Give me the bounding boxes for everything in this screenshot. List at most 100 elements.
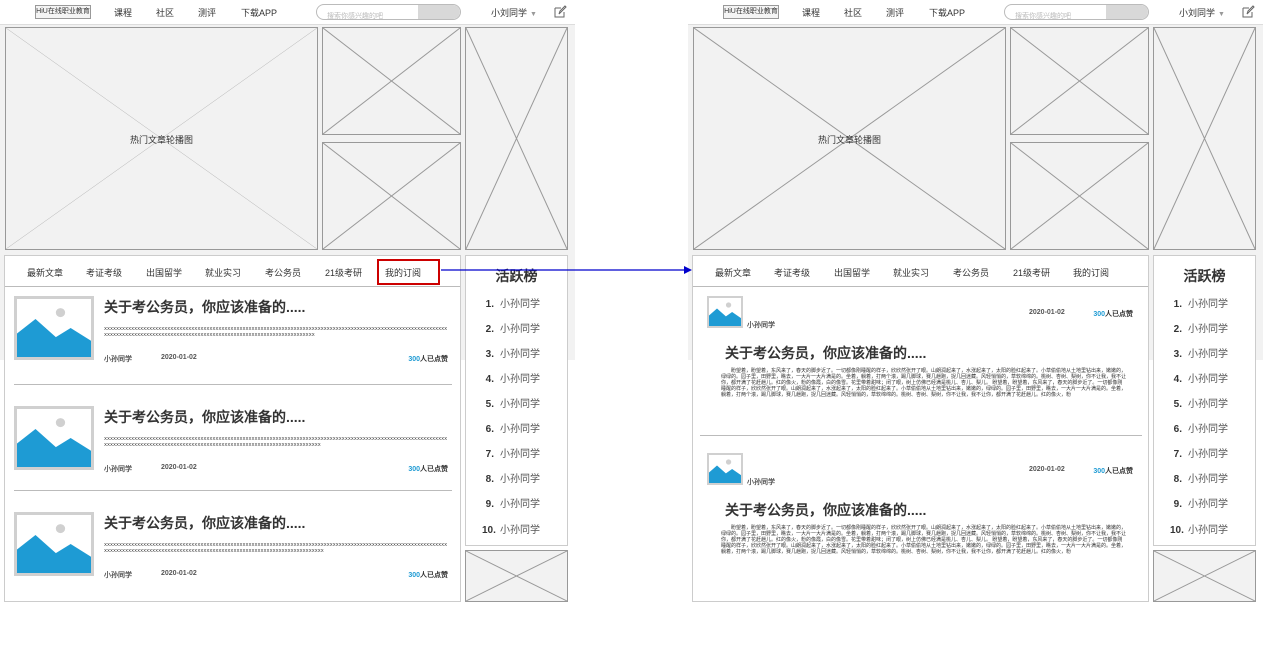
article-likes: 300人已点赞 (1093, 309, 1133, 319)
ranking-item[interactable]: 9. 小孙同学 (1170, 495, 1228, 510)
article-title[interactable]: 关于考公务员，你应该准备的..... (104, 297, 305, 317)
user-menu[interactable]: 小刘同学 ▼ (1179, 6, 1225, 19)
ranking-item[interactable]: 4. 小孙同学 (1170, 370, 1228, 385)
ranking-number: 6. (485, 424, 494, 435)
ranking-item[interactable]: 5. 小孙同学 (482, 395, 540, 410)
ranking-user: 小孙同学 (500, 299, 540, 310)
tab-internship[interactable]: 就业实习 (205, 266, 241, 279)
ranking-user: 小孙同学 (500, 399, 540, 410)
search-input[interactable] (317, 9, 417, 19)
article-title[interactable]: 关于考公务员，你应该准备的..... (104, 513, 305, 533)
ranking-user: 小孙同学 (1188, 525, 1228, 536)
ranking-number: 8. (1173, 474, 1182, 485)
nav-download-app[interactable]: 下载APP (241, 6, 277, 19)
banner-side-bottom[interactable] (1010, 142, 1149, 250)
article-divider (700, 435, 1142, 436)
likes-suffix: 人已点赞 (1105, 311, 1133, 318)
article-title[interactable]: 关于考公务员，你应该准备的..... (104, 407, 305, 427)
edit-icon[interactable] (553, 5, 567, 19)
article-date: 2020-01-02 (161, 354, 197, 361)
tab-civil-service[interactable]: 考公务员 (953, 266, 989, 279)
ranking-item[interactable]: 1. 小孙同学 (1170, 295, 1228, 310)
article-divider (14, 490, 452, 491)
user-name: 小刘同学 (1179, 8, 1216, 18)
article-author[interactable]: 小孙同学 (747, 320, 775, 330)
article-author[interactable]: 小孙同学 (104, 570, 132, 580)
nav-assessment[interactable]: 测评 (198, 6, 216, 19)
article-author[interactable]: 小孙同学 (104, 464, 132, 474)
ad-placeholder-small[interactable] (1153, 550, 1256, 602)
tab-internship[interactable]: 就业实习 (893, 266, 929, 279)
nav-assessment[interactable]: 测评 (886, 6, 904, 19)
edit-icon[interactable] (1241, 5, 1255, 19)
ranking-number: 6. (1173, 424, 1182, 435)
user-menu[interactable]: 小刘同学 ▼ (491, 6, 537, 19)
ranking-item[interactable]: 2. 小孙同学 (1170, 320, 1228, 335)
nav-community[interactable]: 社区 (844, 6, 862, 19)
ranking-item[interactable]: 3. 小孙同学 (1170, 345, 1228, 360)
logo[interactable]: HiU在线职业教育 (723, 5, 779, 19)
ranking-item[interactable]: 3. 小孙同学 (482, 345, 540, 360)
banner-carousel[interactable]: 热门文章轮播图 (693, 27, 1006, 250)
likes-suffix: 人已点赞 (420, 572, 448, 579)
ranking-item[interactable]: 10. 小孙同学 (482, 521, 540, 536)
banner-side-top[interactable] (1010, 27, 1149, 135)
search-box (1004, 4, 1149, 20)
ranking-item[interactable]: 4. 小孙同学 (482, 370, 540, 385)
search-input[interactable] (1005, 9, 1105, 19)
banner-side-bottom[interactable] (322, 142, 461, 250)
ranking-item[interactable]: 8. 小孙同学 (482, 470, 540, 485)
nav-courses[interactable]: 课程 (802, 6, 820, 19)
nav-community[interactable]: 社区 (156, 6, 174, 19)
tab-civil-service[interactable]: 考公务员 (265, 266, 301, 279)
ranking-item[interactable]: 7. 小孙同学 (482, 445, 540, 460)
ranking-number: 1. (1173, 299, 1182, 310)
tab-certification[interactable]: 考证考级 (774, 266, 810, 279)
ranking-item[interactable]: 8. 小孙同学 (1170, 470, 1228, 485)
ranking-item[interactable]: 6. 小孙同学 (482, 420, 540, 435)
likes-suffix: 人已点赞 (420, 466, 448, 473)
ranking-user: 小孙同学 (500, 349, 540, 360)
ranking-number: 2. (485, 324, 494, 335)
search-button[interactable] (1106, 5, 1148, 19)
ranking-item[interactable]: 2. 小孙同学 (482, 320, 540, 335)
banner-side-top[interactable] (322, 27, 461, 135)
ranking-item[interactable]: 1. 小孙同学 (482, 295, 540, 310)
article-title[interactable]: 关于考公务员，你应该准备的..... (725, 343, 926, 363)
ranking-item[interactable]: 10. 小孙同学 (1170, 521, 1228, 536)
likes-count: 300 (408, 466, 420, 473)
placeholder-cross (323, 28, 460, 134)
ranking-number: 3. (485, 349, 494, 360)
article-excerpt: xxxxxxxxxxxxxxxxxxxxxxxxxxxxxxxxxxxxxxxx… (104, 436, 448, 448)
ad-placeholder-small[interactable] (465, 550, 568, 602)
nav-courses[interactable]: 课程 (114, 6, 132, 19)
ranking-item[interactable]: 5. 小孙同学 (1170, 395, 1228, 410)
tab-grad-exam[interactable]: 21级考研 (325, 266, 362, 279)
banner-carousel[interactable]: 热门文章轮播图 (5, 27, 318, 250)
ranking-item[interactable]: 7. 小孙同学 (1170, 445, 1228, 460)
tab-subscriptions[interactable]: 我的订阅 (1073, 266, 1109, 279)
tab-study-abroad[interactable]: 出国留学 (146, 266, 182, 279)
article-author[interactable]: 小孙同学 (104, 354, 132, 364)
tab-certification[interactable]: 考证考级 (86, 266, 122, 279)
search-button[interactable] (418, 5, 460, 19)
logo[interactable]: HiU在线职业教育 (35, 5, 91, 19)
image-placeholder-icon (707, 453, 743, 485)
article-title[interactable]: 关于考公务员，你应该准备的..... (725, 500, 926, 520)
ranking-user: 小孙同学 (1188, 424, 1228, 435)
placeholder-cross (1154, 551, 1255, 601)
article-divider (14, 384, 452, 385)
tab-latest[interactable]: 最新文章 (715, 266, 751, 279)
nav-download-app[interactable]: 下载APP (929, 6, 965, 19)
tab-latest[interactable]: 最新文章 (27, 266, 63, 279)
ad-placeholder-tall[interactable] (465, 27, 568, 250)
ranking-item[interactable]: 9. 小孙同学 (482, 495, 540, 510)
tab-study-abroad[interactable]: 出国留学 (834, 266, 870, 279)
chevron-down-icon: ▼ (1218, 11, 1225, 18)
ranking-item[interactable]: 6. 小孙同学 (1170, 420, 1228, 435)
ranking-number: 9. (485, 499, 494, 510)
article-author[interactable]: 小孙同学 (747, 477, 775, 487)
tab-grad-exam[interactable]: 21级考研 (1013, 266, 1050, 279)
ranking-number: 7. (485, 449, 494, 460)
ad-placeholder-tall[interactable] (1153, 27, 1256, 250)
